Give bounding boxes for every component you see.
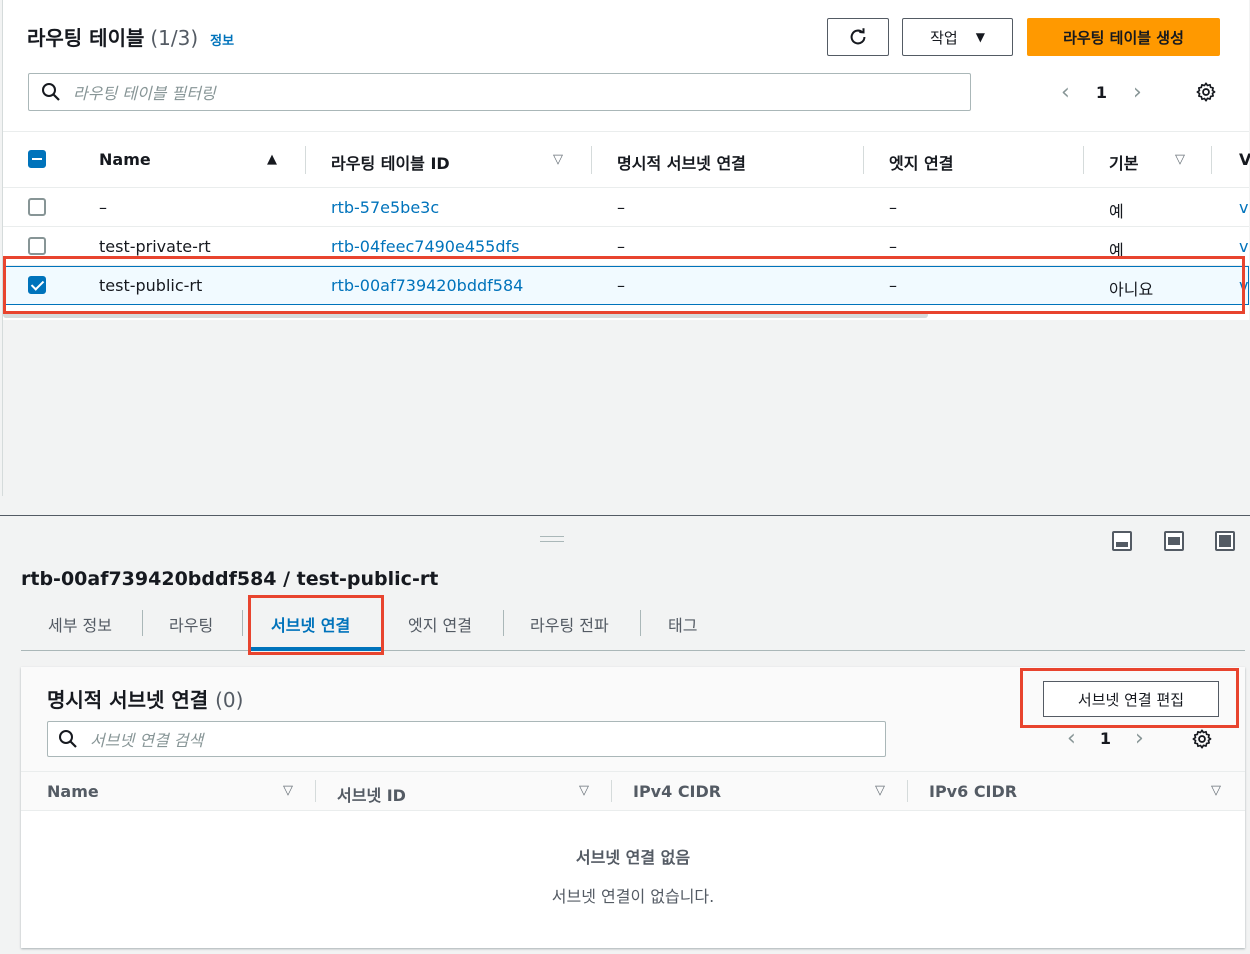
table-row[interactable]: – rtb-57e5be3c – – 예 v [3,188,1249,227]
row-checkbox[interactable] [28,237,46,255]
card-title: 명시적 서브넷 연결 (0) [47,684,243,713]
card-title-text: 명시적 서브넷 연결 [47,688,209,712]
sort-ascending-icon[interactable]: ▲ [267,152,277,167]
chevron-left-icon[interactable]: ‹ [1061,80,1070,105]
search-icon [42,83,60,101]
tabs-baseline [21,650,1245,651]
column-header-subnet-id[interactable]: 서브넷 ID [337,782,406,806]
pagination: ‹ 1 › [1061,80,1142,105]
actions-dropdown[interactable]: 작업 ▼ [902,18,1013,56]
cell-explicit-subnet: – [617,198,625,217]
column-header-vpc[interactable]: V [1239,150,1250,169]
panel-fullscreen-icon[interactable] [1215,531,1235,551]
cell-main: 예 [1109,202,1124,221]
panel-bottom-icon[interactable] [1112,531,1132,551]
column-header-name[interactable]: Name [47,782,99,801]
search-placeholder: 라우팅 테이블 필터링 [73,84,216,103]
row-checkbox[interactable] [28,198,46,216]
tab-tags[interactable]: 태그 [668,612,697,636]
cell-route-table-id[interactable]: rtb-57e5be3c [331,198,439,217]
sort-icon[interactable]: ▽ [1175,152,1185,167]
column-divider [907,780,908,802]
tab-details[interactable]: 세부 정보 [48,612,112,636]
table-header: Name ▲ 라우팅 테이블 ID ▽ 명시적 서브넷 연결 엣지 연결 기본 … [3,132,1250,188]
resize-handle[interactable] [540,536,564,542]
settings-gear-icon[interactable] [1195,81,1217,103]
cell-vpc[interactable]: v [1239,198,1248,217]
column-header-ipv4-cidr[interactable]: IPv4 CIDR [633,782,721,801]
column-header-name[interactable]: Name [99,150,151,169]
column-divider [1083,146,1084,174]
sort-icon[interactable]: ▽ [283,783,293,798]
subnet-association-search[interactable]: 서브넷 연결 검색 [47,721,886,757]
tab-routes[interactable]: 라우팅 [169,612,213,636]
create-route-table-button[interactable]: 라우팅 테이블 생성 [1027,18,1220,56]
column-header-ipv6-cidr[interactable]: IPv6 CIDR [929,782,1017,801]
cell-vpc[interactable]: v [1239,237,1248,256]
tab-divider [503,610,504,636]
cell-explicit-subnet: – [617,237,625,256]
highlight-edit-button [1020,668,1239,728]
column-divider [591,146,592,174]
cell-name: test-private-rt [99,237,211,256]
tab-route-propagation[interactable]: 라우팅 전파 [530,612,609,636]
page-number[interactable]: 1 [1096,83,1107,102]
cell-edge: – [889,198,897,217]
card-count: (0) [215,688,244,712]
column-divider [611,780,612,802]
selection-count: (1/3) [150,26,199,50]
tab-edge-associations[interactable]: 엣지 연결 [408,612,472,636]
cell-name: – [99,198,107,217]
actions-label: 작업 [930,28,958,47]
column-divider [863,146,864,174]
sort-icon[interactable]: ▽ [553,152,563,167]
cell-edge: – [889,237,897,256]
panel-side-icon[interactable] [1164,531,1184,551]
refresh-button[interactable] [827,18,889,56]
chevron-right-icon[interactable]: › [1135,726,1144,751]
split-panel-divider [0,515,1250,516]
caret-down-icon: ▼ [975,30,985,44]
subnet-table-header: Name ▽ 서브넷 ID ▽ IPv4 CIDR ▽ IPv6 CIDR ▽ [21,771,1245,811]
column-divider [305,146,306,174]
search-placeholder: 서브넷 연결 검색 [90,731,204,750]
pagination: ‹ 1 › [1067,726,1144,751]
column-header-main[interactable]: 기본 [1109,150,1138,174]
cell-route-table-id[interactable]: rtb-04feec7490e455dfs [331,237,519,256]
panel-header: 라우팅 테이블 (1/3) 정보 [27,22,234,51]
info-link[interactable]: 정보 [210,30,234,49]
column-header-edge[interactable]: 엣지 연결 [889,150,953,174]
sort-icon[interactable]: ▽ [1211,783,1221,798]
highlight-active-tab [248,595,384,655]
column-header-explicit-subnet[interactable]: 명시적 서브넷 연결 [617,150,746,174]
route-tables-panel: 라우팅 테이블 (1/3) 정보 작업 ▼ 라우팅 테이블 생성 라우팅 테이블… [2,0,1250,496]
column-divider [1211,146,1212,174]
chevron-left-icon[interactable]: ‹ [1067,726,1076,751]
route-table-filter[interactable]: 라우팅 테이블 필터링 [28,73,971,111]
chevron-right-icon[interactable]: › [1133,80,1142,105]
refresh-icon [850,28,866,45]
highlight-selected-row [3,256,1245,314]
column-divider [315,780,316,802]
column-header-route-table-id[interactable]: 라우팅 테이블 ID [331,150,450,174]
sort-icon[interactable]: ▽ [875,783,885,798]
empty-state-title: 서브넷 연결 없음 [575,848,691,867]
tab-divider [242,610,243,636]
empty-state-description: 서브넷 연결이 없습니다. [551,887,715,906]
tab-divider [640,610,641,636]
tab-divider [142,610,143,636]
search-icon [59,730,77,748]
select-all-checkbox[interactable] [28,150,46,168]
page-title: 라우팅 테이블 [27,26,145,50]
detail-title: rtb-00af739420bddf584 / test-public-rt [21,568,439,590]
settings-gear-icon[interactable] [1191,728,1213,750]
page-number[interactable]: 1 [1100,729,1111,748]
sort-icon[interactable]: ▽ [579,783,589,798]
